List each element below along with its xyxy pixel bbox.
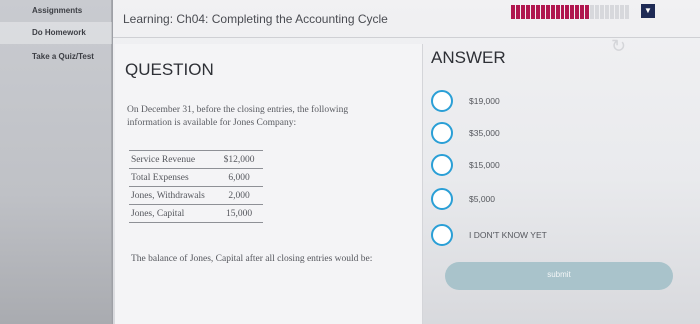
submit-button[interactable]: submit — [445, 262, 673, 290]
radio-button[interactable] — [431, 154, 453, 176]
answer-heading: ANSWER — [431, 48, 506, 67]
chevron-down-icon[interactable]: ▼ — [641, 4, 655, 18]
account-name: Service Revenue — [129, 150, 215, 169]
table-row: Jones, Withdrawals 2,000 — [129, 186, 263, 205]
table-row: Jones, Capital 15,000 — [129, 204, 263, 223]
accounts-table: Service Revenue $12,000 Total Expenses 6… — [129, 150, 263, 223]
radio-button[interactable] — [431, 122, 453, 144]
account-name: Total Expenses — [129, 168, 215, 187]
answer-option[interactable]: $15,000 — [431, 154, 681, 178]
question-text: On December 31, before the closing entri… — [127, 105, 349, 128]
question-heading: QUESTION — [125, 60, 214, 79]
account-name: Jones, Capital — [129, 204, 215, 223]
refresh-icon: ↻ — [611, 36, 627, 56]
sidebar-item-take-quiz[interactable]: Take a Quiz/Test — [0, 48, 112, 66]
account-name: Jones, Withdrawals — [129, 186, 215, 205]
answer-option[interactable]: $5,000 — [431, 188, 681, 212]
top-bar: Learning: Ch04: Completing the Accountin… — [113, 0, 700, 38]
question-prompt: The balance of Jones, Capital after all … — [131, 254, 373, 264]
option-label: $19,000 — [469, 96, 500, 106]
table-row: Total Expenses 6,000 — [129, 168, 263, 187]
option-label: I DON'T KNOW YET — [469, 230, 547, 240]
answer-option[interactable]: I DON'T KNOW YET — [431, 224, 681, 248]
table-row: Service Revenue $12,000 — [129, 150, 263, 169]
sidebar: Assignments Do Homework Take a Quiz/Test — [0, 0, 112, 324]
progress-bar — [511, 5, 629, 19]
account-amount: 6,000 — [215, 168, 263, 187]
sidebar-item-assignments[interactable]: Assignments — [0, 4, 112, 18]
answer-option[interactable]: $19,000 — [431, 90, 681, 114]
option-label: $35,000 — [469, 128, 500, 138]
main-panel: Learning: Ch04: Completing the Accountin… — [113, 0, 700, 324]
account-amount: 15,000 — [215, 204, 263, 223]
page-title: Learning: Ch04: Completing the Accountin… — [123, 12, 388, 26]
radio-button[interactable] — [431, 90, 453, 112]
question-card: QUESTION On December 31, before the clos… — [115, 44, 423, 324]
sidebar-item-do-homework[interactable]: Do Homework — [0, 22, 112, 44]
answer-option[interactable]: $35,000 — [431, 122, 681, 146]
account-amount: $12,000 — [215, 150, 263, 169]
option-label: $15,000 — [469, 160, 500, 170]
option-label: $5,000 — [469, 194, 495, 204]
account-amount: 2,000 — [215, 186, 263, 205]
radio-button[interactable] — [431, 224, 453, 246]
radio-button[interactable] — [431, 188, 453, 210]
